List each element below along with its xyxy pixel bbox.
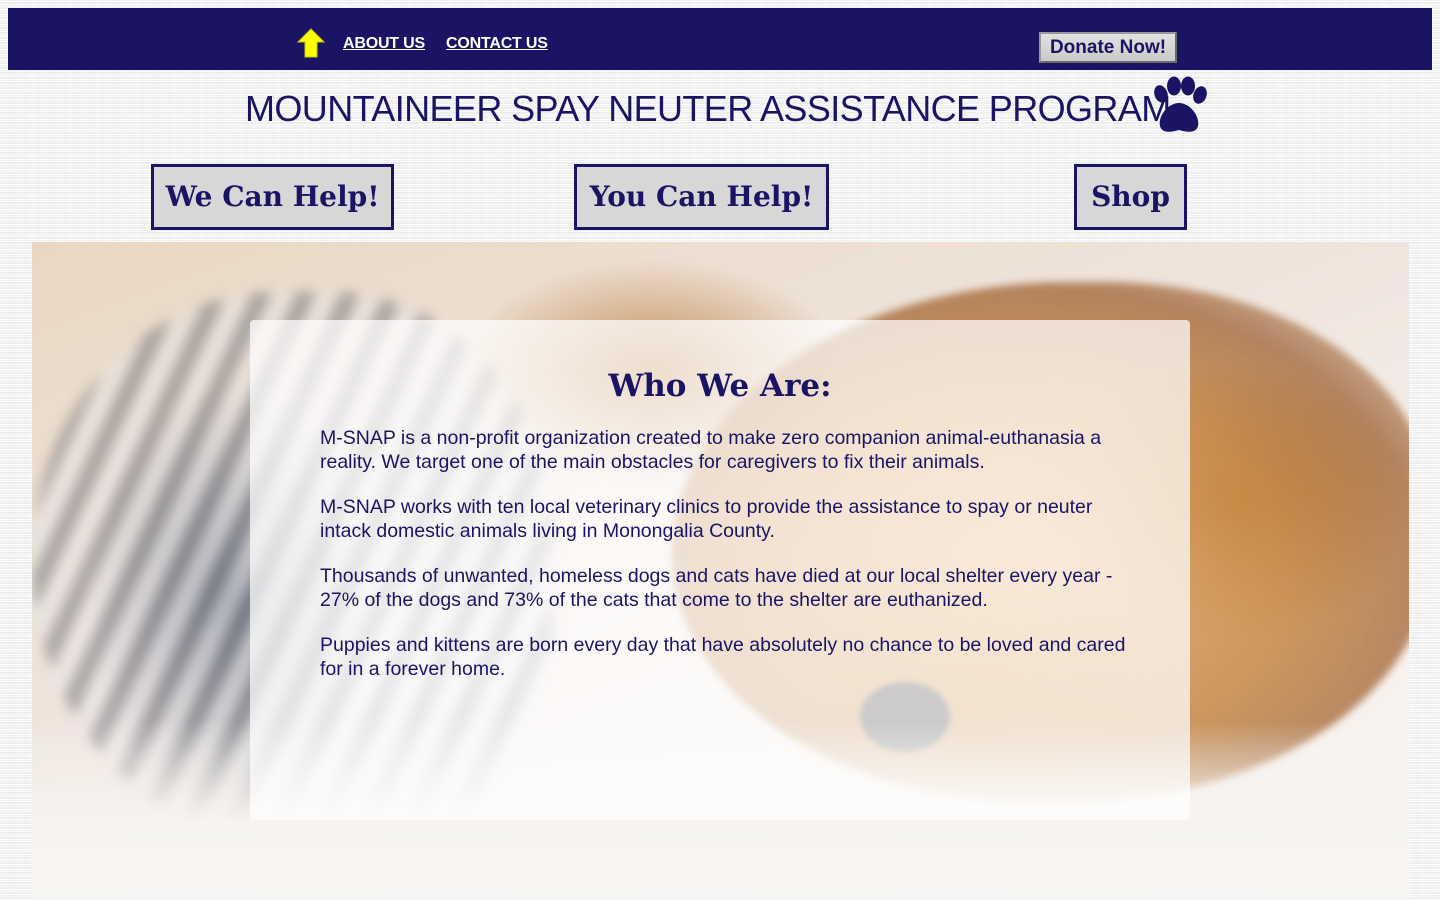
nav-about-us-link[interactable]: ABOUT US — [343, 35, 425, 53]
home-arrow-icon[interactable] — [297, 28, 325, 58]
we-can-help-button[interactable]: We Can Help! — [151, 164, 394, 230]
shop-button[interactable]: Shop — [1074, 164, 1187, 230]
you-can-help-button[interactable]: You Can Help! — [574, 164, 829, 230]
who-we-are-text: M-SNAP is a non-profit organization crea… — [320, 426, 1130, 702]
who-we-are-heading: Who We Are: — [608, 368, 832, 404]
who-we-are-panel: Who We Are: M-SNAP is a non-profit organ… — [250, 320, 1190, 820]
about-paragraph: M-SNAP works with ten local veterinary c… — [320, 496, 1093, 542]
hero-image-puppy-kitten: Who We Are: M-SNAP is a non-profit organ… — [32, 242, 1409, 900]
site-title: MOUNTAINEER SPAY NEUTER ASSISTANCE PROGR… — [245, 88, 1171, 129]
donate-button[interactable]: Donate Now! — [1039, 32, 1177, 63]
nav-contact-us-link[interactable]: CONTACT US — [446, 35, 548, 53]
about-paragraph: Thousands of unwanted, homeless dogs and… — [320, 565, 1113, 611]
paw-icon — [1154, 76, 1207, 132]
about-paragraph: M-SNAP is a non-profit organization crea… — [320, 427, 1102, 473]
about-paragraph: Puppies and kittens are born every day t… — [320, 634, 1126, 680]
top-bar: ABOUT US CONTACT US Donate Now! — [8, 8, 1432, 70]
